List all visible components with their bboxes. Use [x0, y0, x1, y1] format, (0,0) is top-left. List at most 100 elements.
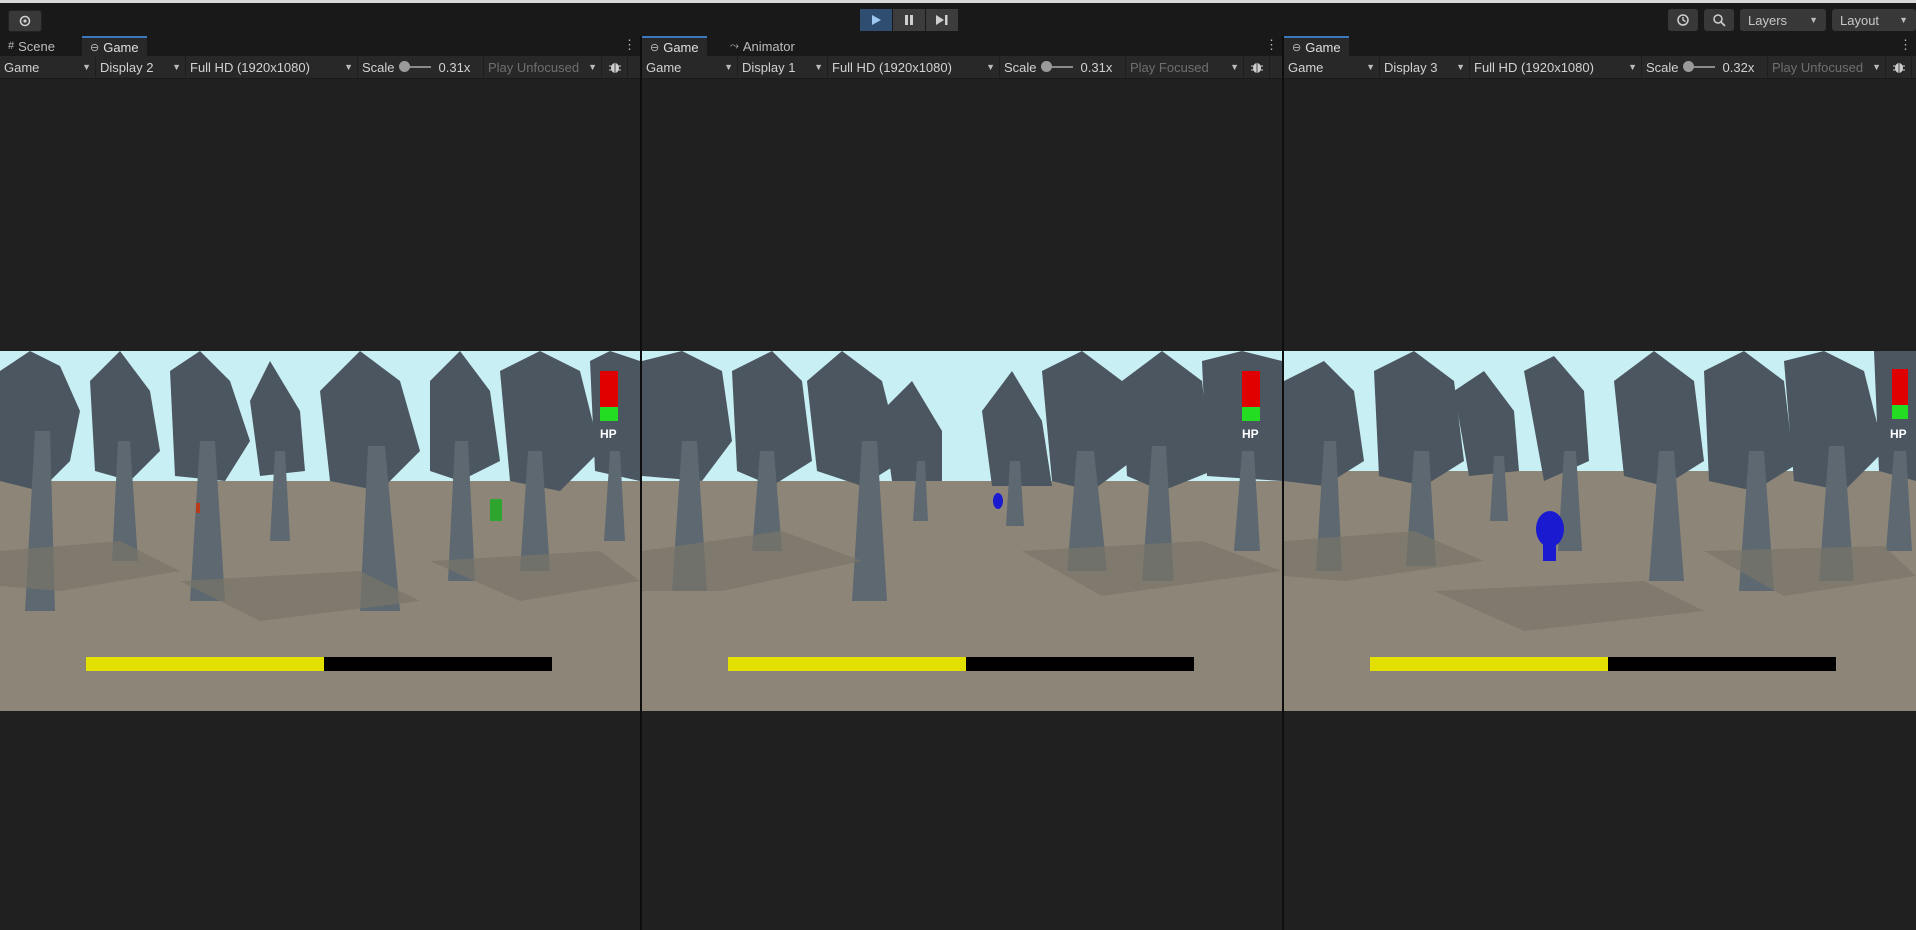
view-mode-dropdown[interactable]: Game ▼: [0, 56, 96, 78]
chevron-down-icon: ▼: [1366, 62, 1375, 72]
progress-fill: [86, 657, 324, 671]
layout-dropdown[interactable]: Layout ▼: [1832, 9, 1916, 31]
game-view-control-bar: Game ▼ Display 1 ▼ Full HD (1920x1080) ▼ Sc…: [642, 56, 1282, 79]
play-mode-dropdown[interactable]: Play Unfocused ▼: [484, 56, 602, 78]
more-options-icon[interactable]: ⋮: [1899, 37, 1912, 53]
chevron-down-icon: ▼: [344, 62, 353, 72]
tab-bar: # Scene ⊖ Game ⋮: [0, 36, 640, 56]
gamepad-icon: ⊖: [650, 41, 660, 54]
slider-knob[interactable]: [398, 61, 410, 72]
layout-label: Layout: [1840, 12, 1880, 28]
ground: [642, 481, 1282, 711]
main-toolbar: Layers ▼ Layout ▼: [0, 3, 1916, 37]
tab-label: Animator: [742, 38, 795, 54]
scale-value: 0.31x: [438, 59, 471, 75]
tab-bar: ⊖ Game ⋮: [1284, 36, 1916, 56]
gizmos-button[interactable]: [1886, 56, 1912, 78]
tab-game[interactable]: ⊖ Game: [1284, 36, 1349, 56]
resolution-value: Full HD (1920x1080): [832, 59, 952, 75]
progress-fill: [1370, 657, 1608, 671]
play-button[interactable]: [860, 9, 892, 31]
tab-label: Game: [103, 39, 139, 55]
view-mode-value: Game: [4, 59, 40, 75]
tab-scene[interactable]: # Scene: [0, 36, 63, 56]
search-button[interactable]: [1704, 9, 1734, 31]
blue-character-legs: [1543, 543, 1556, 561]
scale-slider[interactable]: [398, 61, 431, 72]
progress-bar: [1370, 657, 1836, 671]
scale-slider[interactable]: [1682, 61, 1715, 72]
play-mode-dropdown[interactable]: Play Unfocused ▼: [1768, 56, 1886, 78]
view-mode-value: Game: [646, 59, 682, 75]
game-view-panel-3: ⊖ Game ⋮ Game ▼ Display 3 ▼ Full HD (1920x…: [1284, 36, 1916, 930]
play-icon: [872, 15, 881, 25]
gamepad-icon: ⊖: [90, 41, 100, 54]
scale-label: Scale: [1004, 59, 1037, 75]
more-options-icon[interactable]: ⋮: [1265, 37, 1278, 53]
green-character: [490, 499, 502, 521]
scale-control[interactable]: Scale 0.31x: [1000, 56, 1126, 78]
resolution-dropdown[interactable]: Full HD (1920x1080) ▼: [186, 56, 358, 78]
step-icon: [936, 15, 948, 25]
display-dropdown[interactable]: Display 1 ▼: [738, 56, 828, 78]
resolution-dropdown[interactable]: Full HD (1920x1080) ▼: [828, 56, 1000, 78]
tab-animator[interactable]: ⤳ Animator: [722, 36, 803, 56]
hp-label: HP: [1242, 427, 1259, 441]
scale-label: Scale: [1646, 59, 1679, 75]
display-value: Display 3: [1384, 59, 1438, 75]
display-value: Display 1: [742, 59, 796, 75]
settings-button[interactable]: [8, 10, 42, 32]
undo-history-button[interactable]: [1668, 9, 1698, 31]
toolbar-right: Layers ▼ Layout ▼: [1668, 9, 1916, 31]
progress-fill: [728, 657, 966, 671]
tab-label: Game: [663, 39, 699, 55]
game-render-view[interactable]: HP: [642, 351, 1282, 711]
progress-bar: [86, 657, 552, 671]
gizmos-button[interactable]: [1244, 56, 1270, 78]
slider-knob[interactable]: [1040, 61, 1052, 72]
grid-icon: #: [8, 40, 15, 52]
more-options-icon[interactable]: ⋮: [623, 37, 636, 53]
display-value: Display 2: [100, 59, 154, 75]
chevron-down-icon: ▼: [724, 62, 733, 72]
chevron-down-icon: ▼: [814, 62, 823, 72]
playmode-controls: [860, 9, 960, 31]
bug-icon: [608, 62, 621, 73]
tab-game[interactable]: ⊖ Game: [642, 36, 707, 56]
display-dropdown[interactable]: Display 3 ▼: [1380, 56, 1470, 78]
step-button[interactable]: [926, 9, 958, 31]
gizmos-button[interactable]: [602, 56, 628, 78]
progress-bar: [728, 657, 1194, 671]
game-view-panel-2: ⊖ Game ⤳ Animator ⋮ Game ▼ Display 1 ▼ Ful…: [642, 36, 1282, 930]
chevron-down-icon: ▼: [82, 62, 91, 72]
display-dropdown[interactable]: Display 2 ▼: [96, 56, 186, 78]
game-render-view[interactable]: HP: [1284, 351, 1916, 711]
view-mode-dropdown[interactable]: Game ▼: [642, 56, 738, 78]
scale-value: 0.31x: [1080, 59, 1113, 75]
play-mode-value: Play Unfocused: [1772, 59, 1864, 75]
play-mode-dropdown[interactable]: Play Focused ▼: [1126, 56, 1244, 78]
bug-icon: [1892, 62, 1905, 73]
view-mode-dropdown[interactable]: Game ▼: [1284, 56, 1380, 78]
blue-character: [1536, 511, 1564, 547]
gamepad-icon: ⊖: [1292, 41, 1302, 54]
play-mode-value: Play Focused: [1130, 59, 1209, 75]
pause-button[interactable]: [893, 9, 925, 31]
scale-slider[interactable]: [1040, 61, 1073, 72]
tab-game[interactable]: ⊖ Game: [82, 36, 147, 56]
resolution-dropdown[interactable]: Full HD (1920x1080) ▼: [1470, 56, 1642, 78]
hp-fill: [600, 407, 618, 421]
animator-icon: ⤳: [730, 39, 739, 52]
slider-knob[interactable]: [1682, 61, 1694, 72]
search-icon: [1713, 14, 1726, 27]
layers-label: Layers: [1748, 12, 1788, 28]
game-view-control-bar: Game ▼ Display 3 ▼ Full HD (1920x1080) ▼ Sc…: [1284, 56, 1916, 79]
chevron-down-icon: ▼: [172, 62, 181, 72]
resolution-value: Full HD (1920x1080): [1474, 59, 1594, 75]
layers-dropdown[interactable]: Layers ▼: [1740, 9, 1826, 31]
game-render-view[interactable]: HP: [0, 351, 640, 711]
bug-icon: [1250, 62, 1263, 73]
scale-control[interactable]: Scale 0.31x: [358, 56, 484, 78]
view-mode-value: Game: [1288, 59, 1324, 75]
scale-control[interactable]: Scale 0.32x: [1642, 56, 1768, 78]
